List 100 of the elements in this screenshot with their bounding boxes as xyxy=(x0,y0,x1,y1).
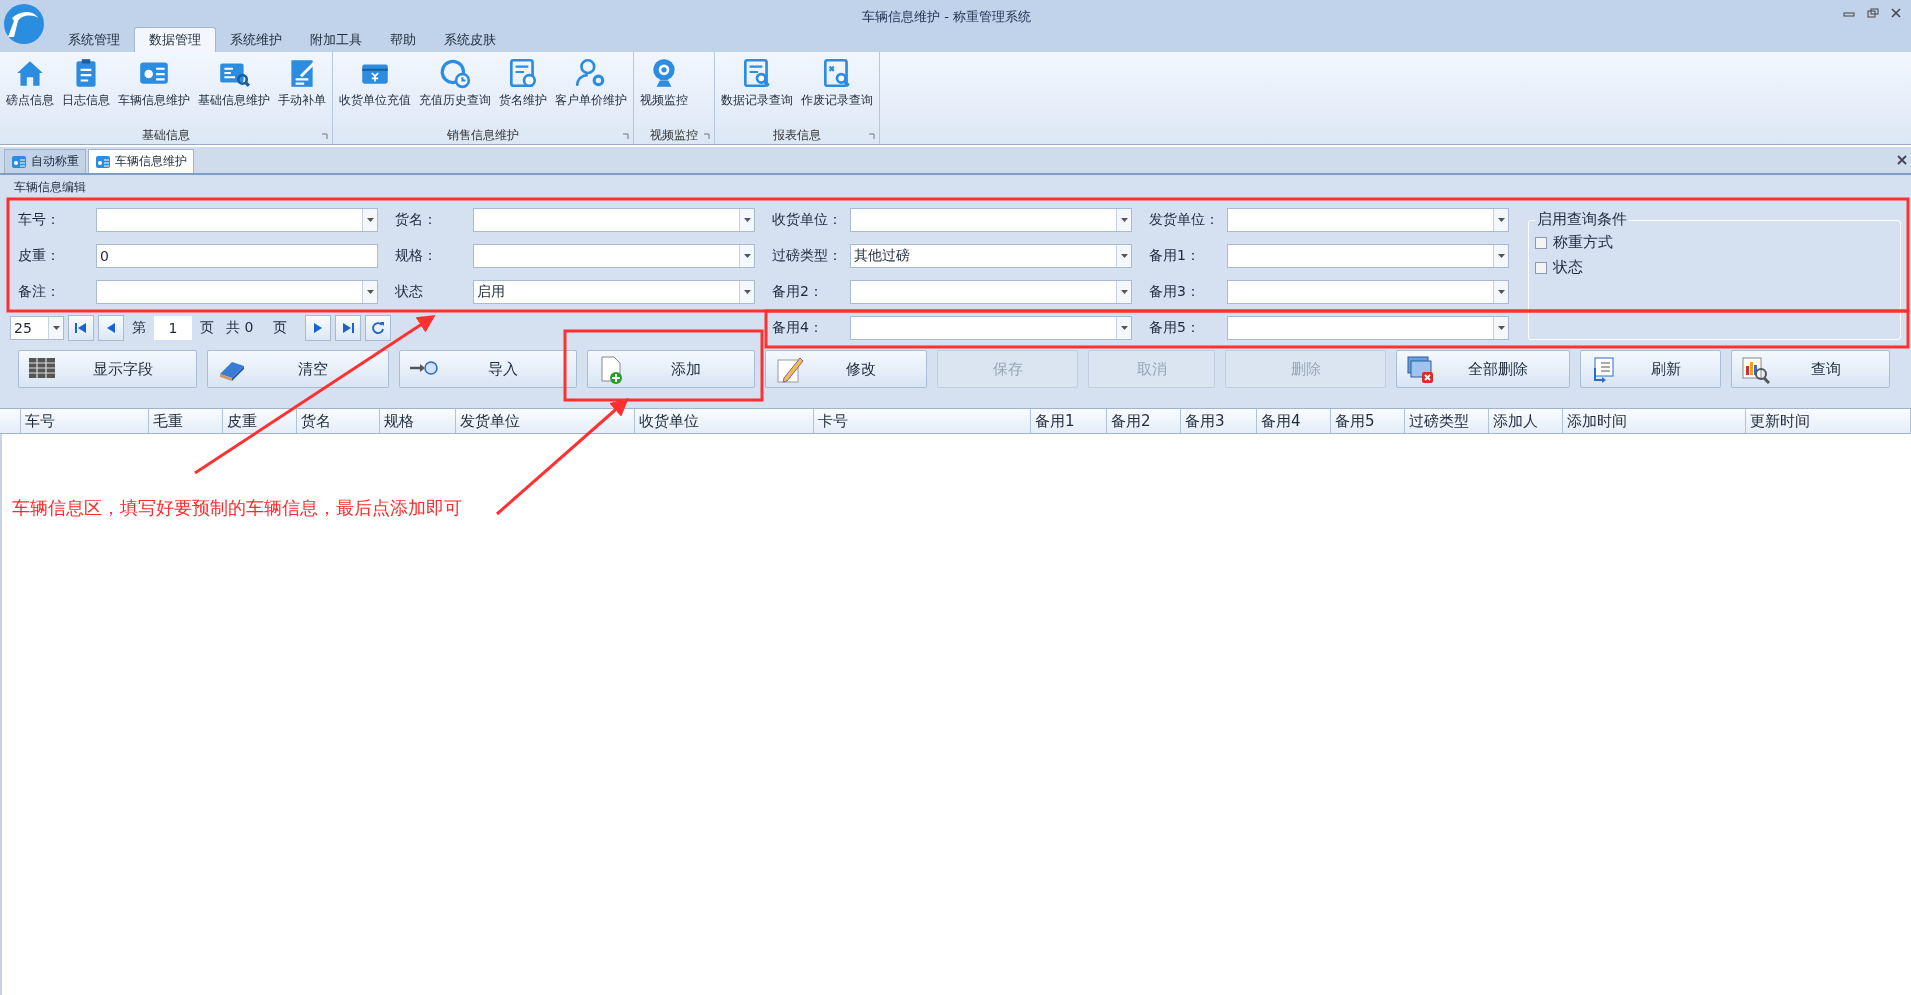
checkbox[interactable] xyxy=(1535,236,1547,249)
column-header[interactable]: 卡号 xyxy=(814,409,1031,433)
column-header[interactable]: 添加人 xyxy=(1489,409,1563,433)
combo-box[interactable] xyxy=(850,208,1132,232)
column-header[interactable]: 收货单位 xyxy=(635,409,814,433)
combo-box[interactable] xyxy=(473,208,755,232)
id-card-icon xyxy=(95,154,111,169)
field-label: 货名： xyxy=(394,211,438,229)
field-label: 状态 xyxy=(394,283,424,301)
page-label: 页 xyxy=(199,319,215,337)
column-header[interactable]: 备用4 xyxy=(1257,409,1331,433)
input-field[interactable]: 0 xyxy=(96,244,378,268)
close-icon[interactable] xyxy=(1897,155,1907,165)
column-header[interactable]: 备用2 xyxy=(1107,409,1181,433)
combo-box[interactable] xyxy=(1227,316,1509,340)
action-button[interactable]: 显示字段 xyxy=(18,350,197,388)
column-header[interactable]: 发货单位 xyxy=(456,409,635,433)
dropdown-arrow-icon xyxy=(1120,326,1128,330)
next-page-button[interactable] xyxy=(305,315,332,341)
column-header[interactable]: 备用3 xyxy=(1181,409,1257,433)
ribbon-button[interactable]: 磅点信息 xyxy=(4,52,56,126)
last-page-button[interactable] xyxy=(335,315,362,341)
column-header[interactable]: 车号 xyxy=(21,409,149,433)
document-tab[interactable]: 车辆信息维护 xyxy=(88,149,194,173)
ribbon-button[interactable]: 货名维护 xyxy=(497,52,549,126)
page-label: 第 xyxy=(131,319,147,337)
combo-box[interactable] xyxy=(1227,280,1509,304)
ribbon-button[interactable]: 客户单价维护 xyxy=(553,52,629,126)
column-header[interactable]: 货名 xyxy=(297,409,380,433)
checkbox-label: 状态 xyxy=(1553,258,1583,277)
menu-tab[interactable]: 附加工具 xyxy=(296,28,376,52)
combo-box[interactable] xyxy=(850,280,1132,304)
ribbon-button[interactable]: 日志信息 xyxy=(60,52,112,126)
combo-box[interactable] xyxy=(96,280,378,304)
menu-tab[interactable]: 系统管理 xyxy=(54,28,134,52)
column-header[interactable]: 备用5 xyxy=(1331,409,1405,433)
action-button[interactable]: 清空 xyxy=(207,350,389,388)
column-header[interactable]: 毛重 xyxy=(149,409,223,433)
column-header[interactable]: 过磅类型 xyxy=(1405,409,1489,433)
ribbon-button[interactable]: 车辆信息维护 xyxy=(116,52,192,126)
dropdown-arrow-icon xyxy=(52,326,60,330)
close-icon[interactable] xyxy=(1891,8,1901,18)
action-button[interactable]: 导入 xyxy=(399,350,577,388)
page-number-field[interactable]: 1 xyxy=(154,316,192,340)
expand-icon[interactable] xyxy=(622,133,629,140)
group-title: 启用查询条件 xyxy=(1535,210,1629,229)
combo-box[interactable] xyxy=(1227,208,1509,232)
combo-box[interactable] xyxy=(850,316,1132,340)
dropdown-arrow-icon xyxy=(743,218,751,222)
action-button[interactable]: 查询 xyxy=(1731,350,1890,388)
column-header[interactable]: 添加时间 xyxy=(1563,409,1746,433)
chart-search-icon xyxy=(1740,354,1770,384)
menu-tab[interactable]: 系统维护 xyxy=(216,28,296,52)
dropdown-arrow-icon xyxy=(743,254,751,258)
column-header[interactable]: 皮重 xyxy=(223,409,297,433)
ribbon-button[interactable]: 收货单位充值 xyxy=(337,52,413,126)
menu-tab[interactable]: 帮助 xyxy=(376,28,430,52)
dropdown-arrow-icon xyxy=(1497,218,1505,222)
document-tab[interactable]: 自动称重 xyxy=(4,149,86,173)
menu-tab[interactable]: 系统皮肤 xyxy=(430,28,510,52)
action-button[interactable]: 全部删除 xyxy=(1396,350,1570,388)
field-label: 发货单位： xyxy=(1148,211,1220,229)
combo-box[interactable]: 启用 xyxy=(473,280,755,304)
dropdown-arrow-icon xyxy=(1120,218,1128,222)
expand-icon[interactable] xyxy=(868,133,875,140)
field-label: 备用2： xyxy=(771,283,824,301)
expand-icon[interactable] xyxy=(321,133,328,140)
ribbon-button[interactable]: 基础信息维护 xyxy=(196,52,272,126)
combo-box[interactable] xyxy=(473,244,755,268)
first-page-button[interactable] xyxy=(68,315,94,341)
group-label: 基础信息 xyxy=(142,126,190,144)
action-button[interactable]: 刷新 xyxy=(1580,350,1721,388)
action-button[interactable]: 修改 xyxy=(765,350,927,388)
combo-box[interactable]: 其他过磅 xyxy=(850,244,1132,268)
field-label: 备注： xyxy=(17,283,61,301)
ribbon-button[interactable]: 视频监控 xyxy=(638,52,690,126)
column-header[interactable]: 备用1 xyxy=(1031,409,1107,433)
ribbon-button[interactable]: 数据记录查询 xyxy=(719,52,795,126)
combo-box[interactable] xyxy=(1227,244,1509,268)
field-label: 备用1： xyxy=(1148,247,1201,265)
action-button[interactable]: 添加 xyxy=(587,350,755,388)
restore-icon[interactable] xyxy=(1867,8,1879,18)
column-header[interactable]: 规格 xyxy=(380,409,456,433)
combo-box[interactable] xyxy=(96,208,378,232)
field-label: 备用3： xyxy=(1148,283,1201,301)
expand-icon[interactable] xyxy=(703,133,710,140)
previous-page-button[interactable] xyxy=(98,315,124,341)
field-label: 规格： xyxy=(394,247,438,265)
column-header[interactable]: 更新时间 xyxy=(1746,409,1911,433)
ribbon-button[interactable]: 手动补单 xyxy=(276,52,328,126)
ribbon-button[interactable]: 作废记录查询 xyxy=(799,52,875,126)
checkbox[interactable] xyxy=(1535,261,1547,274)
refresh-button[interactable] xyxy=(365,315,392,341)
menu-tab[interactable]: 数据管理 xyxy=(134,27,216,52)
dropdown-arrow-icon xyxy=(1120,254,1128,258)
skip-back-icon xyxy=(74,321,88,335)
dropdown-arrow-icon xyxy=(366,218,374,222)
field-label: 车号： xyxy=(17,211,61,229)
ribbon-button[interactable]: 充值历史查询 xyxy=(417,52,493,126)
page-size-select[interactable]: 25 xyxy=(10,316,64,340)
